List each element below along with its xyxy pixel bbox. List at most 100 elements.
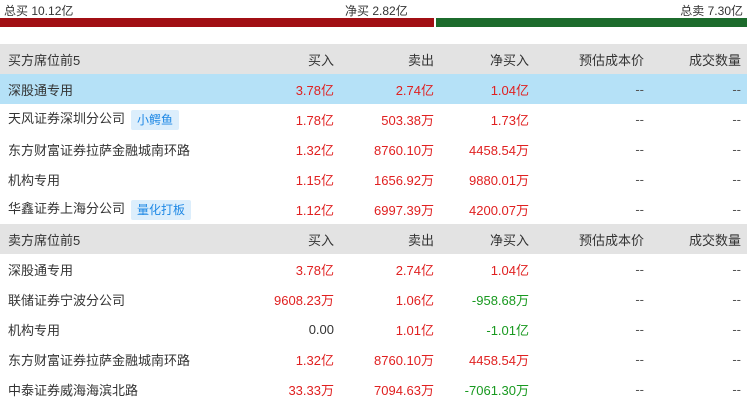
table-row[interactable]: 机构专用 0.00 1.01亿 -1.01亿 -- -- [0, 314, 747, 344]
sell-amount-cell: 6997.39万 [374, 202, 434, 218]
sell-amount-cell: 8760.10万 [374, 352, 434, 368]
buy-amount-cell: 1.12亿 [295, 202, 334, 218]
sell-amount-cell: 2.74亿 [395, 262, 434, 278]
volume-cell: -- [732, 111, 741, 127]
sell-bar [436, 18, 747, 27]
cost-price-cell: -- [635, 351, 644, 367]
cost-price-cell: -- [535, 74, 650, 104]
volume-cell: -- [732, 201, 741, 217]
seat-name[interactable]: 联储证券宁波分公司 [8, 293, 125, 308]
seat-name-cell[interactable]: 机构专用 [0, 164, 250, 194]
volume-cell: -- [732, 321, 741, 337]
seat-name[interactable]: 中泰证券威海海滨北路 [8, 383, 138, 398]
seat-name-cell[interactable]: 深股通专用 [0, 254, 250, 284]
col-header-volume: 成交数量 [650, 44, 747, 74]
col-header-sell: 卖出 [340, 224, 440, 254]
net-amount-cell: -958.68万 [471, 292, 529, 308]
table-row[interactable]: 机构专用 1.15亿 1656.92万 9880.01万 -- -- [0, 164, 747, 194]
table-row[interactable]: 华鑫证券上海分公司 量化打板 1.12亿 6997.39万 4200.07万 -- -- [0, 194, 747, 224]
sell-amount-cell: 503.38万 [381, 112, 434, 128]
seat-name-cell[interactable]: 华鑫证券上海分公司 量化打板 [0, 194, 250, 224]
table-row[interactable]: 天风证券深圳分公司 小鳄鱼 1.78亿 503.38万 1.73亿 -- -- [0, 104, 747, 134]
total-sell-label: 总卖 7.30亿 [680, 4, 743, 18]
col-header-volume: 成交数量 [650, 224, 747, 254]
buy-amount-cell: 3.78亿 [250, 74, 340, 104]
buy-amount-cell: 0.00 [308, 321, 334, 337]
sell-amount-cell: 2.74亿 [340, 74, 440, 104]
net-amount-cell: 1.04亿 [440, 74, 535, 104]
cost-price-cell: -- [635, 381, 644, 397]
col-header-sell: 卖出 [340, 44, 440, 74]
seat-name-cell[interactable]: 天风证券深圳分公司 小鳄鱼 [0, 104, 250, 134]
seat-table: 买方席位前5 买入 卖出 净买入 预估成本价 成交数量 深股通专用 3.78亿 2.… [0, 44, 747, 404]
seat-name-cell[interactable]: 机构专用 [0, 314, 250, 344]
seat-name[interactable]: 东方财富证券拉萨金融城南环路 [8, 353, 190, 368]
buy-amount-cell: 1.78亿 [295, 112, 334, 128]
seat-name-cell[interactable]: 中泰证券威海海滨北路 [0, 374, 250, 404]
buy-amount-cell: 1.32亿 [295, 142, 334, 158]
volume-cell: -- [732, 141, 741, 157]
summary-bar-labels: 总买 10.12亿 净买 2.82亿 总卖 7.30亿 [0, 0, 747, 18]
sell-amount-cell: 1656.92万 [374, 172, 434, 188]
table-row[interactable]: 联储证券宁波分公司 9608.23万 1.06亿 -958.68万 -- -- [0, 284, 747, 314]
cost-price-cell: -- [635, 291, 644, 307]
seat-name[interactable]: 机构专用 [8, 323, 60, 338]
cost-price-cell: -- [635, 111, 644, 127]
sell-amount-cell: 1.01亿 [395, 322, 434, 338]
seat-tag-badge[interactable]: 小鳄鱼 [131, 109, 180, 130]
cost-price-cell: -- [635, 171, 644, 187]
table-row[interactable]: 东方财富证券拉萨金融城南环路 1.32亿 8760.10万 4458.54万 -- -- [0, 344, 747, 374]
table-row[interactable]: 东方财富证券拉萨金融城南环路 1.32亿 8760.10万 4458.54万 -- -- [0, 134, 747, 164]
cost-price-cell: -- [635, 261, 644, 277]
seat-name[interactable]: 深股通专用 [8, 83, 73, 98]
net-amount-cell: -1.01亿 [486, 322, 529, 338]
buy-amount-cell: 3.78亿 [295, 262, 334, 278]
cost-price-cell: -- [635, 321, 644, 337]
col-header-net: 净买入 [440, 44, 535, 74]
volume-cell: -- [732, 291, 741, 307]
buy-amount-cell: 1.15亿 [295, 172, 334, 188]
sell-amount-cell: 8760.10万 [374, 142, 434, 158]
seat-name[interactable]: 天风证券深圳分公司 [8, 111, 125, 126]
seat-name-cell[interactable]: 东方财富证券拉萨金融城南环路 [0, 134, 250, 164]
sell-amount-cell: 7094.63万 [374, 382, 434, 398]
volume-cell: -- [732, 351, 741, 367]
seat-name[interactable]: 深股通专用 [8, 263, 73, 278]
seat-name-cell[interactable]: 东方财富证券拉萨金融城南环路 [0, 344, 250, 374]
volume-cell: -- [732, 381, 741, 397]
col-header-seat: 卖方席位前5 [0, 224, 250, 254]
seat-name[interactable]: 东方财富证券拉萨金融城南环路 [8, 143, 190, 158]
sell-amount-cell: 1.06亿 [395, 292, 434, 308]
col-header-cost: 预估成本价 [535, 44, 650, 74]
seat-name[interactable]: 华鑫证券上海分公司 [8, 201, 125, 216]
buy-bar [0, 18, 434, 27]
col-header-buy: 买入 [250, 44, 340, 74]
total-buy-label: 总买 10.12亿 [4, 4, 74, 18]
sell-section: 卖方席位前5 买入 卖出 净买入 预估成本价 成交数量 深股通专用 3.78亿 2.… [0, 224, 747, 404]
table-row[interactable]: 深股通专用 3.78亿 2.74亿 1.04亿 -- -- [0, 254, 747, 284]
volume-cell: -- [732, 171, 741, 187]
seat-name-cell[interactable]: 联储证券宁波分公司 [0, 284, 250, 314]
seat-name[interactable]: 机构专用 [8, 173, 60, 188]
buy-amount-cell: 1.32亿 [295, 352, 334, 368]
cost-price-cell: -- [635, 141, 644, 157]
table-row[interactable]: 深股通专用 3.78亿 2.74亿 1.04亿 -- -- [0, 74, 747, 104]
buy-amount-cell: 33.33万 [288, 382, 334, 398]
net-amount-cell: 1.73亿 [490, 112, 529, 128]
table-row[interactable]: 中泰证券威海海滨北路 33.33万 7094.63万 -7061.30万 -- -- [0, 374, 747, 404]
col-header-cost: 预估成本价 [535, 224, 650, 254]
buy-sell-ratio-bar [0, 18, 747, 27]
sell-section-header: 卖方席位前5 买入 卖出 净买入 预估成本价 成交数量 [0, 224, 747, 254]
seat-tag-badge[interactable]: 量化打板 [131, 199, 192, 220]
col-header-seat: 买方席位前5 [0, 44, 250, 74]
seat-name-cell[interactable]: 深股通专用 [0, 74, 250, 104]
net-amount-cell: 9880.01万 [469, 172, 529, 188]
net-amount-cell: 4200.07万 [469, 202, 529, 218]
buy-amount-cell: 9608.23万 [274, 292, 334, 308]
net-buy-label: 净买 2.82亿 [345, 4, 408, 18]
volume-cell: -- [732, 261, 741, 277]
net-amount-cell: 4458.54万 [469, 352, 529, 368]
col-header-buy: 买入 [250, 224, 340, 254]
volume-cell: -- [650, 74, 747, 104]
buy-section-header: 买方席位前5 买入 卖出 净买入 预估成本价 成交数量 [0, 44, 747, 74]
